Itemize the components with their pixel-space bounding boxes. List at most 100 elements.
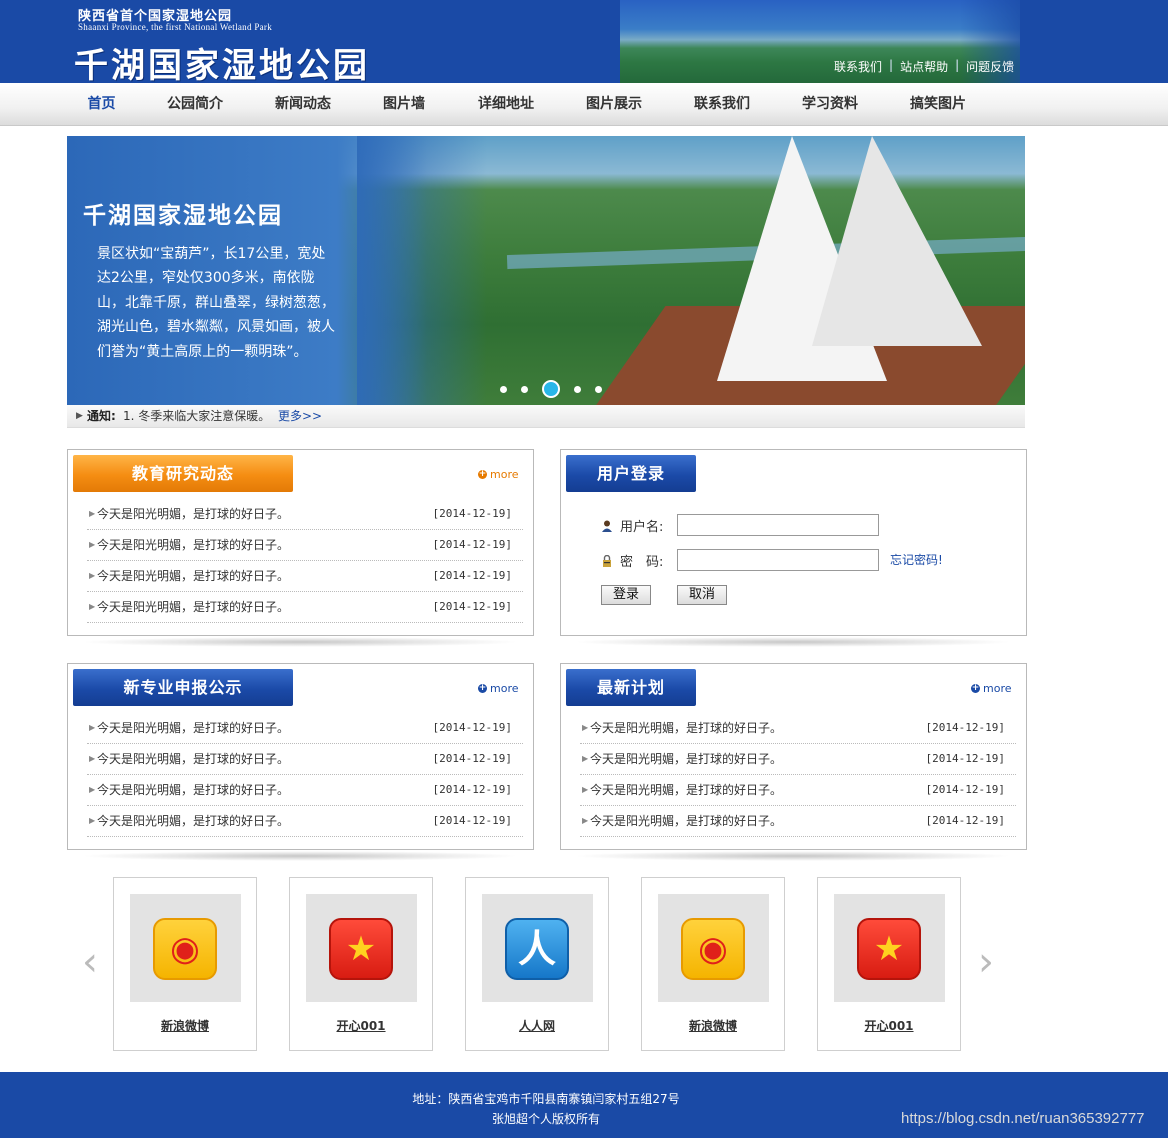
hero-banner[interactable]: 千湖国家湿地公园 景区状如“宝葫芦”，长17公里，宽处达2公里，窄处仅300多米… <box>67 136 1025 405</box>
list-item[interactable]: ▶ 今天是阳光明媚，是打球的好日子。 [2014-12-19] <box>87 530 523 561</box>
nav-item-about[interactable]: 公园简介 <box>137 83 253 126</box>
contact-us-link[interactable]: 联系我们 <box>834 58 882 75</box>
list-item-title[interactable]: 今天是阳光明媚，是打球的好日子。 <box>590 713 782 743</box>
list-item-title[interactable]: 今天是阳光明媚，是打球的好日子。 <box>97 775 289 805</box>
weibo-icon: ◉ <box>681 918 745 980</box>
list-item-title[interactable]: 今天是阳光明媚，是打球的好日子。 <box>97 713 289 743</box>
banner-description: 景区状如“宝葫芦”，长17公里，宽处达2公里，窄处仅300多米，南依陇山，北靠千… <box>97 246 335 360</box>
password-row: 密 码: <box>601 549 879 571</box>
education-panel: 教育研究动态 + more ▶ 今天是阳光明媚，是打球的好日子。 [2014-12-1… <box>67 449 534 647</box>
friend-link-name[interactable]: 新浪微博 <box>642 1017 784 1034</box>
list-item-title[interactable]: 今天是阳光明媚，是打球的好日子。 <box>97 592 289 622</box>
friend-link-card[interactable]: ★ 开心001 <box>289 877 433 1051</box>
notice-text[interactable]: 1. 冬季来临大家注意保暖。 <box>123 405 270 428</box>
nav-item-materials[interactable]: 学习资料 <box>773 83 887 126</box>
list-item-title[interactable]: 今天是阳光明媚，是打球的好日子。 <box>97 530 289 560</box>
friend-link-image: 人 <box>482 894 593 1002</box>
list-item[interactable]: ▶ 今天是阳光明媚，是打球的好日子。 [2014-12-19] <box>87 713 523 744</box>
password-input[interactable] <box>677 549 879 571</box>
list-item-date: [2014-12-19] <box>432 507 512 520</box>
plus-icon: + <box>478 683 487 693</box>
bullet-icon: ▶ <box>582 785 589 794</box>
list-item-title[interactable]: 今天是阳光明媚，是打球的好日子。 <box>590 775 782 805</box>
list-item[interactable]: ▶ 今天是阳光明媚，是打球的好日子。 [2014-12-19] <box>87 806 523 837</box>
site-help-link[interactable]: 站点帮助 <box>900 58 948 75</box>
list-item-title[interactable]: 今天是阳光明媚，是打球的好日子。 <box>97 499 289 529</box>
list-item[interactable]: ▶ 今天是阳光明媚，是打球的好日子。 [2014-12-19] <box>87 561 523 592</box>
list-item-title[interactable]: 今天是阳光明媚，是打球的好日子。 <box>97 744 289 774</box>
lock-icon <box>603 554 611 567</box>
plans-panel-title: 最新计划 <box>566 669 696 706</box>
user-icon <box>602 520 612 532</box>
friend-link-name[interactable]: 开心001 <box>818 1017 960 1034</box>
education-more-link[interactable]: + more <box>478 468 519 481</box>
login-button[interactable]: 登录 <box>601 585 651 605</box>
watermark: https://blog.csdn.net/ruan365392777 <box>901 1110 1145 1127</box>
kaixin-icon: ★ <box>329 918 393 980</box>
login-panel-title: 用户登录 <box>566 455 696 492</box>
nav-item-funny-pics[interactable]: 搞笑图片 <box>887 83 989 126</box>
list-item-title[interactable]: 今天是阳光明媚，是打球的好日子。 <box>590 744 782 774</box>
banner-text-fade <box>357 136 487 405</box>
majors-more-link[interactable]: + more <box>478 682 519 695</box>
more-label: more <box>490 468 519 481</box>
notice-bar: ▶ 通知: 1. 冬季来临大家注意保暖。 更多>> <box>67 405 1025 428</box>
list-item[interactable]: ▶ 今天是阳光明媚，是打球的好日子。 [2014-12-19] <box>87 499 523 530</box>
bullet-icon: ▶ <box>582 816 589 825</box>
nav-item-news[interactable]: 新闻动态 <box>253 83 353 126</box>
slide-dot[interactable] <box>574 385 581 393</box>
list-item-date: [2014-12-19] <box>432 814 512 827</box>
plans-more-link[interactable]: + more <box>971 682 1012 695</box>
nav-item-address[interactable]: 详细地址 <box>455 83 557 126</box>
friend-link-name[interactable]: 开心001 <box>290 1017 432 1034</box>
panel-shadow <box>573 851 1013 861</box>
list-item-title[interactable]: 今天是阳光明媚，是打球的好日子。 <box>590 806 782 836</box>
list-item-date: [2014-12-19] <box>925 814 1005 827</box>
panel-shadow <box>80 637 520 647</box>
list-item[interactable]: ▶ 今天是阳光明媚，是打球的好日子。 [2014-12-19] <box>580 744 1016 775</box>
list-item-date: [2014-12-19] <box>925 752 1005 765</box>
list-item[interactable]: ▶ 今天是阳光明媚，是打球的好日子。 [2014-12-19] <box>580 775 1016 806</box>
list-item-title[interactable]: 今天是阳光明媚，是打球的好日子。 <box>97 561 289 591</box>
friend-link-image: ◉ <box>130 894 241 1002</box>
cancel-button[interactable]: 取消 <box>677 585 727 605</box>
nav-item-gallery[interactable]: 图片展示 <box>557 83 671 126</box>
slide-dot[interactable] <box>500 385 507 393</box>
feedback-link[interactable]: 问题反馈 <box>966 58 1014 75</box>
nav-item-contact[interactable]: 联系我们 <box>671 83 773 126</box>
plus-icon: + <box>478 469 487 479</box>
friend-link-name[interactable]: 新浪微博 <box>114 1017 256 1034</box>
kaixin-icon: ★ <box>857 918 921 980</box>
friend-link-card[interactable]: ◉ 新浪微博 <box>641 877 785 1051</box>
forgot-password-link[interactable]: 忘记密码! <box>890 551 943 568</box>
list-item-title[interactable]: 今天是阳光明媚，是打球的好日子。 <box>97 806 289 836</box>
carousel-prev-icon[interactable]: ‹ <box>78 942 102 982</box>
slide-dot-active[interactable] <box>542 380 560 398</box>
list-item[interactable]: ▶ 今天是阳光明媚，是打球的好日子。 [2014-12-19] <box>87 775 523 806</box>
friend-link-card[interactable]: ★ 开心001 <box>817 877 961 1051</box>
nav-item-photo-wall[interactable]: 图片墙 <box>353 83 455 126</box>
notice-more-link[interactable]: 更多>> <box>278 405 322 428</box>
panel-shadow <box>573 637 1013 647</box>
slide-dot[interactable] <box>521 385 528 393</box>
bullet-icon: ▶ <box>89 540 96 549</box>
friend-link-card[interactable]: ◉ 新浪微博 <box>113 877 257 1051</box>
slide-dot[interactable] <box>595 385 602 393</box>
list-item[interactable]: ▶ 今天是阳光明媚，是打球的好日子。 [2014-12-19] <box>87 744 523 775</box>
friend-link-card[interactable]: 人 人人网 <box>465 877 609 1051</box>
username-input[interactable] <box>677 514 879 536</box>
more-label: more <box>983 682 1012 695</box>
bullet-icon: ▶ <box>89 785 96 794</box>
site-footer: 地址：陕西省宝鸡市千阳县南寨镇闫家村五组27号 张旭超个人版权所有 https:… <box>0 1072 1168 1138</box>
list-item[interactable]: ▶ 今天是阳光明媚，是打球的好日子。 [2014-12-19] <box>87 592 523 623</box>
list-item-date: [2014-12-19] <box>432 721 512 734</box>
list-item[interactable]: ▶ 今天是阳光明媚，是打球的好日子。 [2014-12-19] <box>580 713 1016 744</box>
username-row: 用户名: <box>601 514 879 536</box>
friend-link-name[interactable]: 人人网 <box>466 1017 608 1034</box>
list-item-date: [2014-12-19] <box>925 721 1005 734</box>
carousel-next-icon[interactable]: › <box>974 942 998 982</box>
header-links: 联系我们 | 站点帮助 | 问题反馈 <box>834 58 1014 75</box>
list-item[interactable]: ▶ 今天是阳光明媚，是打球的好日子。 [2014-12-19] <box>580 806 1016 837</box>
friend-link-image: ★ <box>306 894 417 1002</box>
nav-item-home[interactable]: 首页 <box>66 83 137 126</box>
